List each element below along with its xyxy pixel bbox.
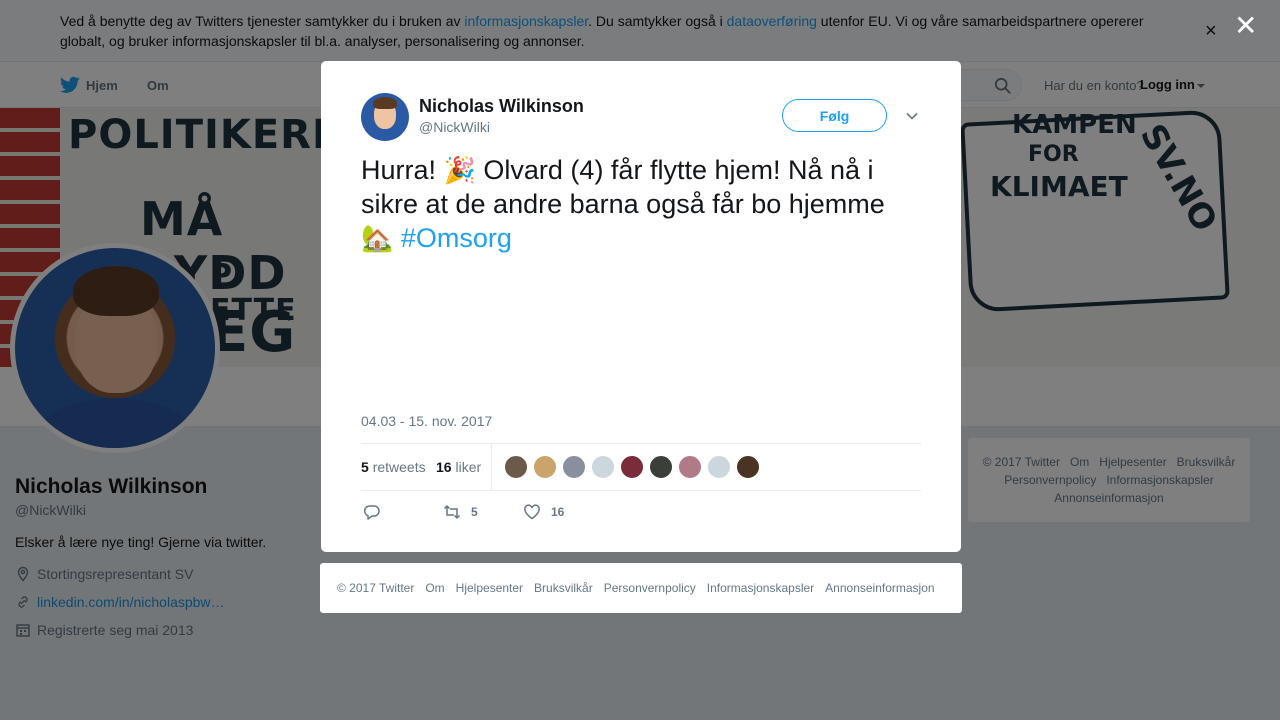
reply-button[interactable] xyxy=(363,503,381,521)
tweet-author-name[interactable]: Nicholas Wilkinson xyxy=(419,96,584,117)
modal-footer-ads-info[interactable]: Annonseinformasjon xyxy=(825,581,934,595)
tweet-author-handle[interactable]: @NickWilki xyxy=(419,119,490,135)
close-icon[interactable]: ✕ xyxy=(1234,12,1257,40)
tweet-text: Hurra! 🎉 Olvard (4) får flytte hjem! Nå … xyxy=(361,153,921,255)
modal-footer-privacy[interactable]: Personvernpolicy xyxy=(604,581,696,595)
party-popper-icon: 🎉 xyxy=(443,155,476,185)
tweet-modal: Nicholas Wilkinson @NickWilki Følg Hurra… xyxy=(321,61,961,552)
modal-footer-help[interactable]: Hjelpesenter xyxy=(456,581,523,595)
tweet-avatar-hair xyxy=(373,97,397,109)
retweet-count: 5 xyxy=(471,505,478,519)
modal-footer: © 2017 Twitter Om Hjelpesenter Bruksvilk… xyxy=(320,563,962,613)
modal-footer-about[interactable]: Om xyxy=(425,581,444,595)
tweet-author-avatar[interactable] xyxy=(361,93,409,141)
retweet-button[interactable]: 5 xyxy=(443,503,478,521)
liker-avatar[interactable] xyxy=(533,455,557,479)
liker-avatars xyxy=(504,455,760,479)
heart-icon xyxy=(524,504,540,520)
liker-avatar[interactable] xyxy=(649,455,673,479)
like-count: 16 xyxy=(551,505,565,519)
chevron-down-icon[interactable] xyxy=(905,109,919,123)
tweet-timestamp[interactable]: 04.03 - 15. nov. 2017 xyxy=(361,413,492,429)
likes-count: 16 xyxy=(436,459,452,475)
liker-avatar[interactable] xyxy=(736,455,760,479)
liker-avatar[interactable] xyxy=(591,455,615,479)
tweet-actions: 5 16 xyxy=(361,503,921,523)
stats-divider xyxy=(491,444,492,490)
house-with-garden-icon: 🏡 xyxy=(361,223,394,253)
liker-avatar[interactable] xyxy=(620,455,644,479)
retweets-stat[interactable]: 5 retweets xyxy=(361,459,426,475)
modal-footer-cookies[interactable]: Informasjonskapsler xyxy=(707,581,814,595)
retweets-label: retweets xyxy=(372,459,426,475)
tweet-stats: 5 retweets 16 liker xyxy=(361,443,921,491)
tweet-text-intro: Hurra! xyxy=(361,155,444,185)
hashtag-link[interactable]: #Omsorg xyxy=(401,223,512,253)
reply-icon xyxy=(363,505,380,520)
likes-label: liker xyxy=(455,459,482,475)
like-button[interactable]: 16 xyxy=(523,503,564,521)
likes-stat[interactable]: 16 liker xyxy=(436,459,481,475)
liker-avatar[interactable] xyxy=(707,455,731,479)
retweet-icon xyxy=(443,504,461,520)
liker-avatar[interactable] xyxy=(504,455,528,479)
modal-footer-terms[interactable]: Bruksvilkår xyxy=(534,581,593,595)
liker-avatar[interactable] xyxy=(562,455,586,479)
follow-button[interactable]: Følg xyxy=(782,99,887,132)
liker-avatar[interactable] xyxy=(678,455,702,479)
modal-footer-copyright: © 2017 Twitter xyxy=(337,581,415,595)
retweets-count: 5 xyxy=(361,459,369,475)
